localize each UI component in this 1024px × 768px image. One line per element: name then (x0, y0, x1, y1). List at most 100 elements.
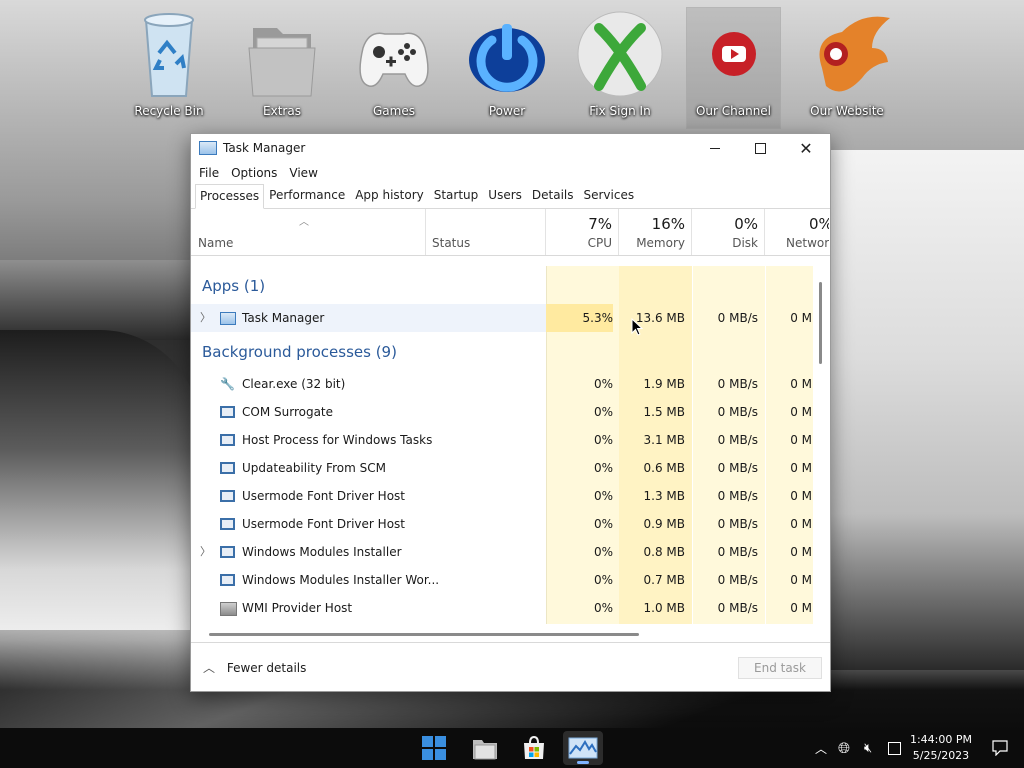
fewer-details-button[interactable]: ︿ Fewer details (203, 659, 306, 676)
tray-overflow-button[interactable]: ︿ (815, 728, 827, 768)
chevron-up-icon: ︿ (815, 741, 828, 756)
file-explorer-button[interactable] (465, 731, 505, 765)
process-row-task-manager[interactable]: 〉 Task Manager 5.3% 13.6 MB 0 MB/s 0 M (191, 304, 813, 332)
group-apps[interactable]: Apps (1) (202, 270, 265, 302)
close-icon: ✕ (799, 138, 813, 158)
clock[interactable]: 1:44:00 PM 5/25/2023 (910, 732, 972, 764)
input-indicator[interactable] (888, 728, 901, 768)
wallpaper (824, 150, 1024, 670)
process-row[interactable]: WMI Provider Host 0% 1.0 MB 0 MB/s 0 M (191, 594, 813, 622)
cpu-total: 7% (588, 215, 612, 233)
sort-ascending-icon: ︿ (299, 217, 309, 228)
start-icon (422, 736, 446, 760)
process-row[interactable]: COM Surrogate 0% 1.5 MB 0 MB/s 0 M (191, 398, 813, 426)
process-row[interactable]: Host Process for Windows Tasks 0% 3.1 MB… (191, 426, 813, 454)
maximize-icon (754, 142, 766, 154)
window-title: Task Manager (223, 141, 306, 155)
tab-startup[interactable]: Startup (429, 183, 484, 208)
network-total: 0% (809, 215, 829, 233)
microsoft-store-button[interactable] (514, 731, 554, 765)
column-status[interactable]: Status (426, 209, 546, 255)
notification-button[interactable] (992, 728, 1008, 768)
wallpaper (0, 330, 200, 630)
column-cpu[interactable]: 7% CPU (546, 209, 619, 255)
desktop-icon-recycle-bin[interactable]: Recycle Bin (117, 8, 221, 128)
process-row[interactable]: Updateability From SCM 0% 0.6 MB 0 MB/s … (191, 454, 813, 482)
menu-view[interactable]: View (283, 166, 323, 180)
volume-status[interactable]: 🔇︎ (864, 728, 872, 768)
task-manager-window: Task Manager ✕ File Options View Process… (190, 133, 831, 692)
tab-details[interactable]: Details (527, 183, 579, 208)
desktop-icon-our-channel[interactable]: Our Channel (686, 7, 781, 129)
vertical-scrollbar[interactable] (819, 282, 822, 364)
clock-time: 1:44:00 PM (909, 733, 972, 746)
minimize-icon (710, 147, 720, 149)
service-window-icon (220, 490, 235, 502)
network-icon: 🌐︎ (838, 739, 851, 757)
desktop-icon-label: Our Channel (695, 104, 772, 118)
process-row[interactable]: Usermode Font Driver Host 0% 1.3 MB 0 MB… (191, 482, 813, 510)
close-button[interactable]: ✕ (783, 134, 829, 162)
network-status[interactable]: 🌐︎ (838, 728, 850, 768)
tab-processes[interactable]: Processes (195, 184, 265, 209)
desktop-icon-label: Our Website (810, 104, 884, 118)
horizontal-scrollbar[interactable] (209, 633, 639, 636)
desktop-icon-fix-sign-in[interactable]: Fix Sign In (568, 8, 672, 128)
tab-performance[interactable]: Performance (264, 183, 350, 208)
process-row[interactable]: 🔧 Clear.exe (32 bit) 0% 1.9 MB 0 MB/s 0 … (191, 370, 813, 398)
tab-bar: Processes Performance App history Startu… (191, 184, 830, 209)
desktop-icon-our-website[interactable]: Our Website (795, 8, 899, 128)
process-row[interactable]: 〉 Windows Modules Installer 0% 0.8 MB 0 … (191, 538, 813, 566)
tab-users[interactable]: Users (483, 183, 527, 208)
task-manager-taskbar-button[interactable] (563, 731, 603, 765)
service-window-icon (220, 546, 235, 558)
disk-total: 0% (734, 215, 758, 233)
desktop-icon-games[interactable]: Games (342, 8, 446, 128)
recycle-bin-icon (124, 8, 214, 100)
desktop-icon-power[interactable]: Power (455, 8, 559, 128)
service-window-icon (220, 574, 235, 586)
column-header: ︿ Name Status 7% CPU 16% Memory 0% Disk … (191, 209, 830, 256)
column-network[interactable]: 0% Network (765, 209, 829, 255)
xbox-icon (575, 8, 665, 100)
mouse-cursor-icon (631, 318, 643, 336)
menu-file[interactable]: File (193, 166, 225, 180)
menu-bar: File Options View (191, 162, 830, 184)
fewer-details-label: Fewer details (226, 661, 307, 675)
process-row[interactable]: Windows Modules Installer Wor... 0% 0.7 … (191, 566, 813, 594)
maximize-button[interactable] (737, 134, 783, 162)
wrench-icon: 🔧 (220, 377, 235, 391)
end-task-button[interactable]: End task (738, 657, 822, 679)
group-background-processes[interactable]: Background processes (9) (202, 336, 397, 368)
desktop-icon-extras[interactable]: Extras (230, 8, 334, 128)
start-button[interactable] (414, 731, 454, 765)
power-icon (462, 8, 552, 100)
column-disk[interactable]: 0% Disk (692, 209, 765, 255)
task-manager-icon (199, 141, 217, 155)
volume-muted-icon: 🔇︎ (864, 740, 873, 756)
gamepad-icon (349, 8, 439, 100)
minimize-button[interactable] (692, 134, 738, 162)
task-manager-icon (220, 312, 236, 325)
desktop-icon-label: Recycle Bin (134, 104, 204, 118)
tab-services[interactable]: Services (579, 183, 640, 208)
memory-total: 16% (651, 215, 685, 233)
service-window-icon (220, 434, 235, 446)
tab-app-history[interactable]: App history (350, 183, 429, 208)
desktop-icon-label: Fix Sign In (589, 104, 651, 118)
menu-options[interactable]: Options (225, 166, 283, 180)
expand-chevron-icon[interactable]: 〉 (200, 304, 211, 332)
process-row[interactable]: Usermode Font Driver Host 0% 0.9 MB 0 MB… (191, 510, 813, 538)
folder-icon (237, 8, 327, 100)
youtube-icon (689, 8, 779, 100)
process-list: Apps (1) 〉 Task Manager 5.3% 13.6 MB 0 M… (191, 266, 813, 624)
column-memory[interactable]: 16% Memory (619, 209, 692, 255)
column-name[interactable]: ︿ Name (191, 209, 426, 255)
wallpaper (0, 260, 200, 340)
title-bar[interactable]: Task Manager ✕ (191, 134, 830, 162)
expand-chevron-icon[interactable]: 〉 (200, 538, 211, 566)
task-manager-icon (568, 737, 598, 759)
service-window-icon (220, 406, 235, 418)
file-explorer-icon (473, 740, 497, 760)
desktop-icon-label: Extras (263, 104, 301, 118)
